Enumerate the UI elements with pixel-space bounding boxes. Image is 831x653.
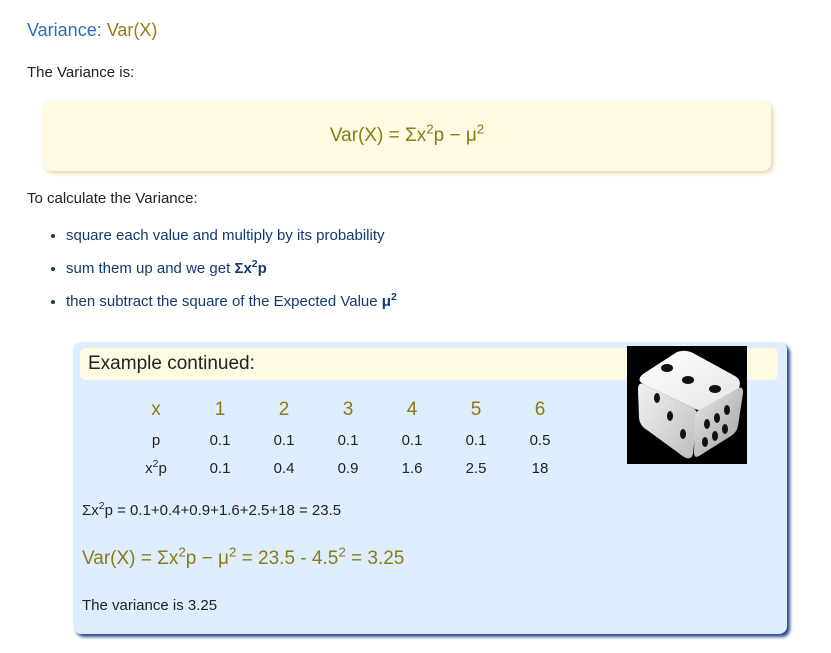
step-bold: μ2	[381, 291, 397, 310]
step-item: square each value and multiply by its pr…	[66, 225, 397, 258]
step-text: sum them up and we get	[66, 260, 235, 277]
title-variance: Variance	[27, 20, 97, 40]
table-cell: 1.6	[401, 459, 423, 477]
table-cell: 1	[214, 399, 226, 420]
formula-p-minus-mu: p − μ	[433, 125, 477, 146]
var-mid: p − μ	[185, 548, 229, 569]
white-die-icon	[627, 346, 747, 464]
steps-list: square each value and multiply by its pr…	[48, 225, 397, 324]
table-cell: 0.1	[209, 459, 231, 477]
var-pre: Var(X) = Σx	[82, 548, 179, 569]
table-cell: 0.1	[209, 431, 231, 449]
table-cell: 6	[534, 399, 546, 420]
table-cell: 18	[531, 459, 549, 477]
table-row: x 1 2 3 4 5 6	[124, 394, 572, 426]
variance-line: Var(X) = Σx2p − μ2 = 23.5 - 4.52 = 3.25	[82, 544, 405, 570]
step-bold-pre: μ	[381, 293, 391, 310]
step-bold-pre: Σx	[234, 260, 252, 277]
table-cell: 4	[406, 399, 418, 420]
title-colon: :	[96, 20, 107, 40]
table-row-label: p	[151, 431, 161, 449]
table-cell: 0.1	[337, 431, 359, 449]
sum-post: p = 0.1+0.4+0.9+1.6+2.5+18 = 23.5	[104, 502, 342, 519]
label-pre: x	[145, 459, 153, 477]
result-text: The variance is 3.25	[82, 597, 218, 614]
table-cell: 3	[342, 399, 354, 420]
values-table: x 1 2 3 4 5 6 p 0.1 0.1 0.1 0.1 0.1 0.5 …	[124, 394, 572, 482]
step-item: sum them up and we get Σx2p	[66, 258, 397, 291]
step-item: then subtract the square of the Expected…	[66, 291, 397, 324]
table-cell: 2.5	[465, 459, 487, 477]
table-cell: 0.1	[465, 431, 487, 449]
var-post: = 3.25	[345, 548, 405, 569]
table-row: x2p 0.1 0.4 0.9 1.6 2.5 18	[124, 454, 572, 482]
table-cell: 0.1	[401, 431, 423, 449]
page-title: Variance: Var(X)	[27, 20, 157, 41]
table-cell: 0.9	[337, 459, 359, 477]
step-bold-post: p	[257, 260, 267, 277]
table-row-label: x2p	[124, 454, 188, 482]
sum-pre: Σx	[82, 502, 99, 519]
sum-line: Σx2p = 0.1+0.4+0.9+1.6+2.5+18 = 23.5	[82, 501, 342, 519]
formula-lhs: Var(X) = Σx	[329, 125, 427, 146]
example-box: Example continued: x 1 2 3 4 5 6 p 0.1 0…	[73, 342, 787, 634]
table-cell: 5	[470, 399, 482, 420]
table-header-label: x	[151, 399, 161, 420]
intro-text: The Variance is:	[27, 64, 135, 81]
label-post: p	[158, 459, 167, 477]
var-exp-3: 2	[338, 544, 346, 560]
step-bold: Σx2p	[234, 259, 267, 277]
step-text: then subtract the square of the Expected…	[66, 293, 382, 310]
title-varx: Var(X)	[106, 20, 158, 40]
formula-exp-1: 2	[426, 121, 434, 137]
table-cell: 0.4	[273, 459, 295, 477]
table-row: p 0.1 0.1 0.1 0.1 0.1 0.5	[124, 426, 572, 454]
step-bold-exp: 2	[390, 291, 397, 303]
calc-intro: To calculate the Variance:	[27, 190, 198, 207]
var-mid2: = 23.5 - 4.5	[236, 548, 339, 569]
table-cell: 0.5	[529, 431, 551, 449]
step-text: square each value and multiply by its pr…	[66, 227, 385, 244]
var-exp-1: 2	[178, 544, 186, 560]
formula: Var(X) = Σx2p − μ2	[329, 121, 485, 147]
table-cell: 2	[278, 399, 290, 420]
formula-exp-2: 2	[476, 121, 485, 137]
formula-box: Var(X) = Σx2p − μ2	[43, 101, 771, 171]
table-cell: 0.1	[273, 431, 295, 449]
